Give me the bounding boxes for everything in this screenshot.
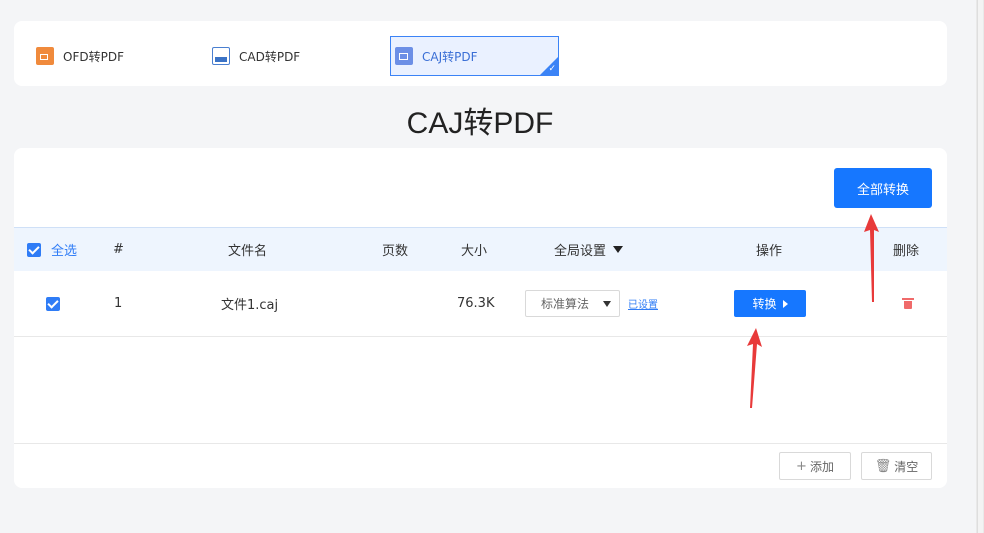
trash-icon[interactable] (902, 298, 914, 309)
header-delete: 删除 (893, 244, 920, 259)
play-icon (782, 299, 788, 308)
trash-outline-icon: 🗑 (874, 458, 892, 474)
tab-caj-to-pdf[interactable]: CAJ转PDF ✓ (390, 36, 559, 76)
cad-file-icon (212, 47, 230, 65)
table-row: 1 文件1.caj 76.3K 标准算法 已设置 转换 (14, 271, 947, 337)
add-file-button[interactable]: + 添加 (779, 452, 851, 480)
row-checkbox[interactable] (46, 296, 60, 311)
algorithm-value: 标准算法 (541, 297, 590, 311)
chevron-down-icon (603, 300, 611, 307)
tab-cad-to-pdf[interactable]: CAD转PDF (212, 36, 332, 76)
header-size: 大小 (461, 244, 488, 259)
annotation-arrow-up-icon (747, 328, 762, 408)
clear-button[interactable]: 🗑 清空 (861, 452, 932, 480)
convert-all-button[interactable]: 全部转换 (834, 168, 932, 208)
select-all-checkbox[interactable] (27, 242, 41, 257)
ofd-file-icon (36, 47, 54, 65)
convert-button-label: 转换 (752, 297, 777, 311)
tab-label: CAD转PDF (239, 49, 301, 64)
algorithm-select[interactable]: 标准算法 (525, 290, 620, 317)
tab-ofd-to-pdf[interactable]: OFD转PDF (36, 36, 156, 76)
select-all-checkbox-group[interactable]: 全选 (27, 228, 77, 271)
header-index: # (113, 242, 124, 257)
header-action: 操作 (756, 244, 783, 259)
tab-label: OFD转PDF (63, 49, 124, 64)
row-filename: 文件1.caj (221, 298, 279, 313)
page-title: CAJ转PDF (406, 107, 554, 140)
tab-label: CAJ转PDF (422, 49, 478, 64)
table-header: 全选 # 文件名 页数 大小 全局设置 操作 删除 (14, 227, 947, 271)
row-checkbox-cell (46, 271, 60, 336)
add-label: 添加 (809, 459, 834, 474)
settings-link[interactable]: 已设置 (628, 296, 658, 311)
scrollbar-thumb[interactable] (977, 0, 983, 533)
clear-label: 清空 (894, 459, 919, 474)
annotation-arrow-up-icon (864, 214, 879, 302)
caret-down-icon (613, 246, 624, 253)
plus-icon: + (796, 458, 807, 474)
check-icon: ✓ (548, 64, 556, 74)
select-all-label[interactable]: 全选 (51, 240, 77, 259)
file-panel: 全部转换 全选 # 文件名 页数 大小 全局设置 操作 删除 1 文件1.caj… (14, 148, 947, 488)
header-global-settings: 全局设置 (554, 244, 607, 259)
header-pages: 页数 (382, 244, 409, 259)
row-size: 76.3K (457, 296, 495, 311)
footer-divider (14, 443, 947, 444)
tool-tabs: OFD转PDF CAD转PDF CAJ转PDF ✓ (14, 21, 947, 86)
global-settings-dropdown[interactable]: 全局设置 (554, 228, 624, 271)
row-index: 1 (114, 296, 123, 311)
header-filename: 文件名 (228, 244, 268, 259)
convert-button[interactable]: 转换 (734, 290, 806, 317)
caj-file-icon (395, 47, 413, 65)
